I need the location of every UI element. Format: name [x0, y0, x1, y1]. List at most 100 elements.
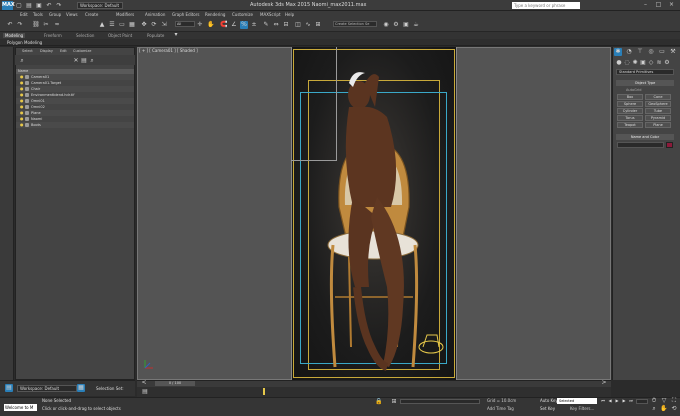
percent-snap-icon[interactable]: % [240, 21, 248, 29]
systems-icon[interactable]: ⚙ [663, 59, 671, 67]
tab-modeling[interactable]: Modeling [3, 33, 26, 38]
orbit-icon[interactable]: ⟲ [670, 405, 678, 413]
find-icon[interactable]: ⌕ [18, 57, 26, 65]
menu-modifiers[interactable]: Modifiers [116, 12, 134, 17]
window-crossing-icon[interactable]: ▦ [128, 21, 136, 29]
unlink-icon[interactable]: ✂ [42, 21, 50, 29]
auto-key-button[interactable]: Auto Key [540, 398, 558, 403]
menu-create[interactable]: Create [85, 12, 98, 17]
shapes-icon[interactable]: ◌ [623, 59, 631, 67]
prev-frame-icon[interactable]: < [140, 380, 148, 386]
time-config-icon[interactable]: ⏱ [650, 397, 658, 405]
menu-rendering[interactable]: Rendering [205, 12, 225, 17]
geosphere-button[interactable]: GeoSphere [645, 101, 671, 107]
motion-tab-icon[interactable]: ◎ [647, 48, 655, 56]
play-icon[interactable]: ▶ [614, 398, 620, 404]
app-logo-icon[interactable]: MAX [2, 1, 15, 10]
tab-populate[interactable]: Populate [147, 33, 164, 38]
mirror-icon[interactable]: ⇔ [272, 21, 280, 29]
layer-icon[interactable]: ▤ [80, 57, 88, 65]
time-slider-track[interactable] [137, 380, 611, 387]
manipulate-icon[interactable]: ✋ [207, 21, 215, 29]
box-button[interactable]: Box [617, 94, 643, 100]
scene-explorer-icon[interactable]: ▤ [5, 384, 13, 392]
material-editor-icon[interactable]: ◉ [382, 21, 390, 29]
object-name-field[interactable] [617, 142, 664, 148]
visibility-icon[interactable]: ● [20, 75, 24, 79]
bind-spacewarp-icon[interactable]: ≈ [53, 21, 61, 29]
prev-key-icon[interactable]: ◀ [607, 398, 613, 404]
list-item[interactable]: ● Boots [16, 122, 134, 128]
create-tab-icon[interactable]: ✱ [614, 48, 622, 56]
pivot-icon[interactable]: ✛ [196, 21, 204, 29]
menu-group[interactable]: Group [49, 12, 61, 17]
lights-icon[interactable]: ✺ [631, 59, 639, 67]
primitive-category-dropdown[interactable]: Standard Primitives [616, 69, 674, 75]
render-icon[interactable]: ☕ [412, 21, 420, 29]
cameras-icon[interactable]: ▣ [639, 59, 647, 67]
menu-graph-editors[interactable]: Graph Editors [172, 12, 199, 17]
minimize-button[interactable]: – [640, 1, 651, 9]
pyramid-button[interactable]: Pyramid [645, 115, 671, 121]
lock-selection-icon[interactable]: 🔒 [375, 398, 383, 405]
display-tab-icon[interactable]: ▭ [658, 48, 666, 56]
close-button[interactable]: × [666, 1, 677, 9]
render-setup-icon[interactable]: ⚙ [392, 21, 400, 29]
maxscript-listener-input[interactable]: Welcome to M [4, 404, 37, 411]
open-icon[interactable]: ▤ [25, 2, 33, 9]
redo-icon[interactable]: ↷ [55, 2, 63, 9]
key-selection-dropdown[interactable]: Selected [557, 398, 597, 404]
name-and-color-rollout[interactable]: Name and Color [616, 134, 674, 140]
modify-tab-icon[interactable]: ◔ [625, 48, 633, 56]
undo-icon[interactable]: ↶ [45, 2, 53, 9]
cone-button[interactable]: Cone [645, 94, 671, 100]
visibility-icon[interactable]: ● [20, 93, 24, 97]
geometry-icon[interactable]: ● [615, 59, 623, 67]
render-frame-icon[interactable]: ▣ [402, 21, 410, 29]
visibility-icon[interactable]: ● [20, 123, 24, 127]
search-icon[interactable]: ⌕ [88, 57, 96, 65]
menu-animation[interactable]: Animation [145, 12, 165, 17]
set-key-button[interactable]: Set Key [540, 406, 555, 411]
named-selection-dropdown[interactable]: Create Selection Se [333, 21, 377, 27]
autogrid-checkbox[interactable]: AutoGrid [626, 88, 641, 92]
menu-edit[interactable]: Edit [20, 12, 28, 17]
select-object-icon[interactable]: ▲ [98, 21, 106, 29]
scale-icon[interactable]: ⇲ [160, 21, 168, 29]
visibility-icon[interactable]: ● [20, 105, 24, 109]
layer-manager-icon[interactable]: ◫ [294, 21, 302, 29]
explorer-menu-customize[interactable]: Customize [73, 49, 91, 53]
zoom-icon[interactable]: ⌕ [650, 405, 658, 413]
visibility-icon[interactable]: ● [20, 99, 24, 103]
snap-toggle-icon[interactable]: 🧲 [220, 21, 228, 29]
tab-freeform[interactable]: Freeform [44, 33, 62, 38]
visibility-icon[interactable]: ● [20, 87, 24, 91]
add-time-tag[interactable]: Add Time Tag [487, 406, 514, 411]
visibility-icon[interactable]: ● [20, 111, 24, 115]
visibility-icon[interactable]: ● [20, 81, 24, 85]
menu-views[interactable]: Views [66, 12, 78, 17]
undo-icon[interactable]: ↶ [6, 21, 14, 29]
schematic-view-icon[interactable]: ⊞ [314, 21, 322, 29]
maximize-button[interactable]: □ [653, 1, 664, 9]
spacewarps-icon[interactable]: ≋ [655, 59, 663, 67]
spinner-snap-icon[interactable]: ± [250, 21, 258, 29]
fov-icon[interactable]: ▽ [660, 397, 668, 405]
edit-named-sel-icon[interactable]: ✎ [262, 21, 270, 29]
tube-button[interactable]: Tube [645, 108, 671, 114]
menu-tools[interactable]: Tools [33, 12, 43, 17]
absolute-mode-icon[interactable]: ⊞ [390, 398, 398, 405]
search-input[interactable]: Type a keyword or phrase [512, 2, 580, 9]
curve-editor-icon[interactable]: ∿ [304, 21, 312, 29]
helpers-icon[interactable]: ◇ [647, 59, 655, 67]
track-bar[interactable] [137, 387, 611, 397]
object-color-swatch[interactable] [666, 142, 673, 148]
selection-filter-dropdown[interactable]: All [175, 21, 195, 27]
key-filters-button[interactable]: Key Filters... [570, 406, 594, 411]
goto-end-icon[interactable]: ⏭ [628, 398, 634, 404]
redo-icon[interactable]: ↷ [16, 21, 24, 29]
goto-start-icon[interactable]: ⏮ [600, 398, 606, 404]
new-icon[interactable]: ▢ [15, 2, 23, 9]
plane-button[interactable]: Plane [645, 122, 671, 128]
link-icon[interactable]: ⛓ [32, 21, 40, 29]
